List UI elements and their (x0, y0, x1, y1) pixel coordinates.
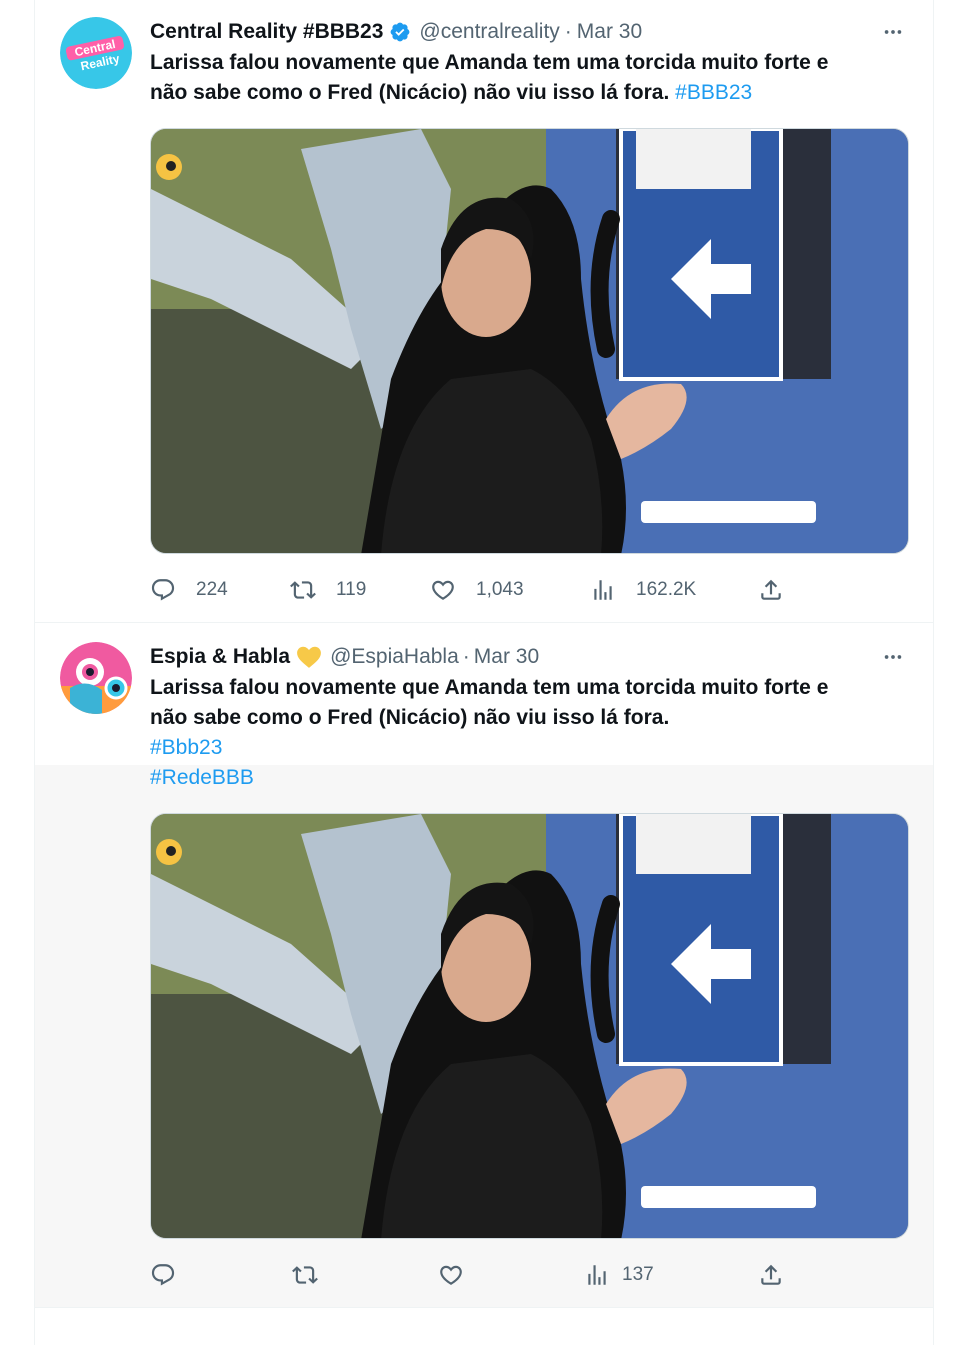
like-button[interactable]: 1,043 (430, 572, 524, 608)
views-count: 162.2K (636, 579, 697, 600)
username[interactable]: @EspiaHabla (330, 645, 459, 669)
views-button[interactable]: 162.2K (590, 572, 696, 608)
avatar[interactable] (60, 642, 132, 714)
avatar-image: Central Reality (60, 17, 132, 89)
tweet-text-line: Larissa falou novamente que Amanda tem u… (150, 51, 829, 74)
tweet-media-image[interactable] (150, 813, 909, 1239)
tweet[interactable]: Espia & Habla @EspiaHabla · Mar 30 Laris… (35, 623, 933, 1308)
tweet-text-line: não sabe como o Fred (Nicácio) não viu i… (150, 706, 670, 729)
reply-count: 224 (196, 579, 228, 600)
like-icon (438, 1262, 464, 1288)
tweet-actions: 137 (150, 1257, 790, 1293)
yellow-heart-icon (296, 645, 322, 669)
separator: · (462, 645, 470, 668)
share-button[interactable] (758, 1257, 784, 1293)
tweet-text: Larissa falou novamente que Amanda tem u… (150, 48, 910, 108)
photo-scene (151, 129, 908, 553)
avatar-image (60, 642, 132, 714)
verified-badge-icon (389, 21, 411, 43)
more-icon[interactable] (877, 642, 909, 672)
reply-icon (150, 1262, 176, 1288)
retweet-button[interactable] (292, 1257, 318, 1293)
retweet-count: 119 (336, 579, 367, 600)
avatar[interactable]: Central Reality (60, 17, 132, 89)
views-icon (590, 577, 616, 603)
retweet-icon (292, 1262, 318, 1288)
tweet-text: Larissa falou novamente que Amanda tem u… (150, 673, 910, 793)
hashtag-link[interactable]: #Bbb23 (150, 733, 910, 763)
retweet-button[interactable]: 119 (290, 572, 366, 608)
like-icon (430, 577, 456, 603)
tweet[interactable]: Central Reality Central Reality #BBB23 @… (35, 0, 933, 623)
retweet-icon (290, 577, 316, 603)
like-button[interactable] (438, 1257, 464, 1293)
photo-scene (151, 814, 908, 1238)
tweet-actions: 224 119 1,043 162.2K (150, 572, 790, 608)
views-count: 137 (622, 1264, 654, 1285)
tweet-header: Central Reality #BBB23 @centralreality ·… (150, 17, 913, 47)
separator: · (564, 20, 572, 43)
username[interactable]: @centralreality (419, 20, 559, 44)
reply-button[interactable]: 224 (150, 572, 228, 608)
timestamp[interactable]: Mar 30 (474, 645, 539, 669)
timestamp[interactable]: Mar 30 (577, 20, 642, 44)
tweet-media-image[interactable] (150, 128, 909, 554)
hashtag-link[interactable]: #BBB23 (675, 81, 752, 104)
reply-icon (150, 577, 176, 603)
views-button[interactable]: 137 (584, 1257, 654, 1293)
display-name[interactable]: Espia & Habla (150, 645, 290, 669)
more-icon[interactable] (877, 17, 909, 47)
tweet-text-line: Larissa falou novamente que Amanda tem u… (150, 676, 829, 699)
views-icon (584, 1262, 610, 1288)
reply-button[interactable] (150, 1257, 176, 1293)
share-button[interactable] (758, 572, 784, 608)
share-icon (758, 1262, 784, 1288)
tweet-text-line: não sabe como o Fred (Nicácio) não viu i… (150, 81, 670, 104)
display-name[interactable]: Central Reality #BBB23 (150, 20, 383, 44)
share-icon (758, 577, 784, 603)
like-count: 1,043 (476, 579, 524, 600)
hashtag-link[interactable]: #RedeBBB (150, 763, 910, 793)
timeline: Central Reality Central Reality #BBB23 @… (34, 0, 934, 1345)
tweet-header: Espia & Habla @EspiaHabla · Mar 30 (150, 642, 913, 672)
